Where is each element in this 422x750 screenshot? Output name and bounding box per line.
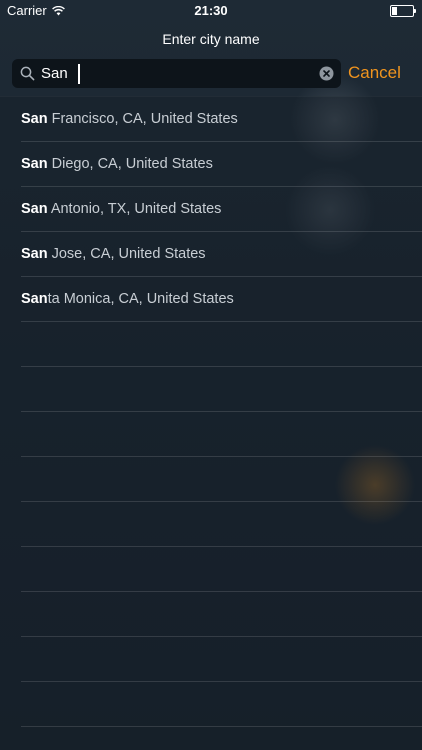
empty-row: [21, 457, 422, 502]
result-rest: Jose, CA, United States: [47, 246, 206, 262]
result-match: San: [21, 246, 48, 262]
search-input[interactable]: [41, 59, 311, 88]
result-rest: ta Monica, CA, United States: [47, 291, 234, 307]
search-bar[interactable]: [12, 59, 341, 88]
result-row[interactable]: San Jose, CA, United States: [21, 232, 422, 277]
search-icon: [20, 66, 35, 81]
result-rest: Antonio, TX, United States: [47, 201, 222, 217]
empty-row: [21, 682, 422, 727]
empty-row: [21, 322, 422, 367]
empty-row: [21, 412, 422, 457]
page-title: Enter city name: [162, 31, 260, 47]
result-match: San: [21, 201, 48, 217]
result-match: San: [21, 111, 48, 127]
result-match: San: [21, 291, 48, 307]
empty-row: [21, 592, 422, 637]
battery-icon: [390, 5, 416, 17]
result-rest: Francisco, CA, United States: [47, 111, 238, 127]
empty-row: [21, 637, 422, 682]
clear-icon[interactable]: [319, 66, 334, 81]
result-row[interactable]: San Diego, CA, United States: [21, 142, 422, 187]
result-match: San: [21, 156, 48, 172]
result-rest: Diego, CA, United States: [47, 156, 213, 172]
results-list: San Francisco, CA, United States San Die…: [0, 96, 422, 750]
empty-row: [21, 547, 422, 592]
text-cursor: [78, 64, 80, 84]
result-row[interactable]: San ta Monica, CA, United States: [21, 277, 422, 322]
empty-row: [21, 367, 422, 412]
result-row[interactable]: San Antonio, TX, United States: [21, 187, 422, 232]
empty-row: [21, 502, 422, 547]
battery-level: [392, 7, 397, 15]
status-bar: Carrier 21:30: [0, 0, 422, 22]
status-time: 21:30: [194, 3, 228, 18]
result-row[interactable]: San Francisco, CA, United States: [21, 97, 422, 142]
cancel-button[interactable]: Cancel: [348, 63, 401, 83]
